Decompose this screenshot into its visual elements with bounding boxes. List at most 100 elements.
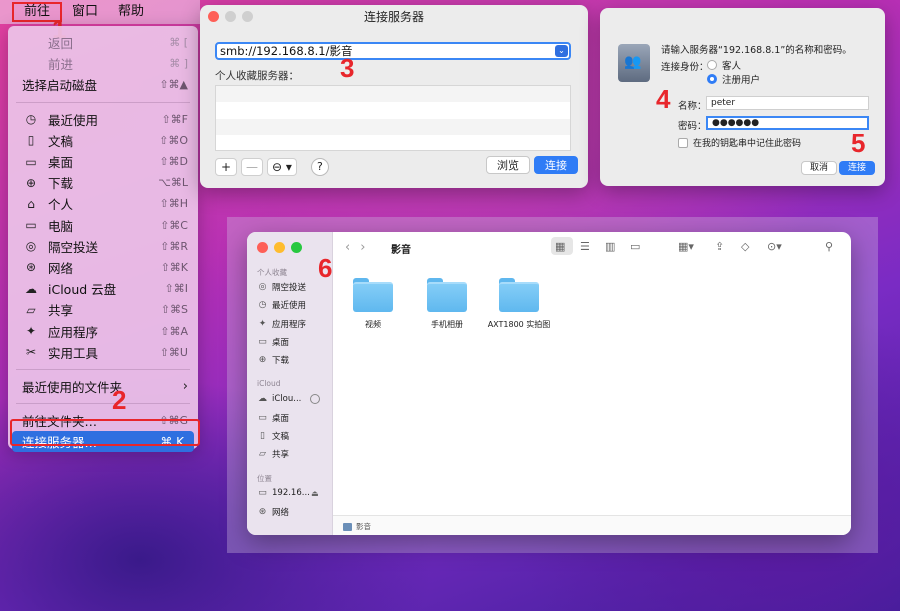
sidebar-item-recents[interactable]: ◷ 最近使用 <box>257 299 306 311</box>
favorites-toolbar: + — ⊖ ▾ ? <box>215 157 329 177</box>
sidebar-item-downloads[interactable]: ⊕ 下载 <box>257 354 289 366</box>
menu-item-shared[interactable]: ▱ 共享 ⇧⌘S <box>8 299 198 320</box>
document-icon: ▯ <box>260 431 265 441</box>
globe-icon: ⊛ <box>25 260 37 275</box>
dialog-title: 连接服务器 <box>363 9 424 24</box>
menu-item-back[interactable]: 返回 ⌘ [ <box>8 32 198 53</box>
step-2-label: 2 <box>112 385 127 415</box>
menu-separator <box>16 403 190 404</box>
cancel-button[interactable]: 取消 <box>801 161 838 175</box>
menu-item-network[interactable]: ⊛ 网络 ⇧⌘K <box>8 257 198 278</box>
menu-item-computer[interactable]: ▭ 电脑 ⇧⌘C <box>8 215 198 236</box>
menu-item-recent-folders[interactable]: 最近使用的文件夹 › <box>8 376 198 397</box>
sidebar-item-icloud-drive[interactable]: ☁ iClou... <box>257 394 301 404</box>
menu-item-recents[interactable]: ◷ 最近使用 ⇧⌘F <box>8 109 198 130</box>
menu-item-forward[interactable]: 前进 ⌘ ] <box>8 53 198 74</box>
close-button[interactable] <box>208 11 219 22</box>
finder-toolbar: ‹› 影音 ▦ ☰ ▥ ▭ ▦▾ ⇪ ◇ ⊙▾ ⚲ <box>333 232 851 264</box>
menu-item-airdrop[interactable]: ◎ 隔空投送 ⇧⌘R <box>8 236 198 257</box>
share-icon[interactable]: ⇪ <box>715 240 724 253</box>
minimize-button[interactable] <box>274 242 285 253</box>
menu-item-downloads[interactable]: ⊕ 下载 ⌥⌘L <box>8 172 198 193</box>
list-view-icon[interactable]: ☰ <box>580 240 590 253</box>
login-connect-button[interactable]: 连接 <box>839 161 876 175</box>
monitor-icon: ▭ <box>258 488 267 498</box>
gallery-view-icon[interactable]: ▭ <box>630 240 640 253</box>
sidebar-item-desktop[interactable]: ▭ 桌面 <box>257 336 289 348</box>
help-button[interactable]: ? <box>310 158 329 176</box>
globe-icon: ⊛ <box>258 507 267 517</box>
name-field[interactable]: peter <box>706 96 869 110</box>
server-address-input[interactable]: smb://192.168.8.1/影音 ⌄ <box>215 42 571 60</box>
sidebar-item-network[interactable]: ⊛ 网络 <box>257 506 289 518</box>
sidebar-item-icloud-desktop[interactable]: ▭ 桌面 <box>257 412 289 424</box>
airdrop-icon: ◎ <box>25 239 37 254</box>
menu-item-utilities[interactable]: ✂ 实用工具 ⇧⌘U <box>8 342 198 363</box>
document-icon: ▯ <box>27 133 35 148</box>
menu-item-documents[interactable]: ▯ 文稿 ⇧⌘O <box>8 130 198 151</box>
connect-button[interactable]: 连接 <box>534 156 578 174</box>
window-title: 影音 <box>391 245 411 256</box>
registered-user-radio[interactable]: 注册用户 <box>707 72 760 86</box>
tag-icon[interactable]: ◇ <box>741 240 749 253</box>
column-view-icon[interactable]: ▥ <box>605 240 615 253</box>
password-field[interactable]: ●●●●●● <box>706 116 869 130</box>
sidebar-item-airdrop[interactable]: ◎ 隔空投送 <box>257 281 306 293</box>
folder-item[interactable]: AXT1800 实拍图 <box>479 278 559 330</box>
folder-item[interactable]: 视频 <box>333 278 413 330</box>
minimize-button[interactable] <box>225 11 236 22</box>
finder-window: 个人收藏 ◎ 隔空投送 ◷ 最近使用 ✦ 应用程序 ▭ 桌面 ⊕ 下载 iCloud ☁ i… <box>247 232 851 535</box>
close-button[interactable] <box>257 242 268 253</box>
remember-keychain-checkbox[interactable]: 在我的钥匙串中记住此密码 <box>678 136 801 149</box>
menu-window[interactable]: 窗口 <box>62 2 108 22</box>
sidebar-item-icloud-documents[interactable]: ▯ 文稿 <box>257 430 289 442</box>
shared-folder-icon: ▱ <box>26 302 36 317</box>
eject-icon[interactable]: ⏏ <box>311 489 319 498</box>
path-item[interactable]: 影音 <box>343 521 371 532</box>
icon-view-icon[interactable]: ▦ <box>555 240 565 253</box>
window-controls <box>208 11 253 22</box>
menu-item-icloud[interactable]: ☁ iCloud 云盘 ⇧⌘I <box>8 278 198 299</box>
more-options-button[interactable]: ⊖ ▾ <box>267 158 297 176</box>
sidebar-section-locations: 位置 <box>257 474 272 483</box>
name-label: 名称： <box>678 101 707 112</box>
more-actions-icon[interactable]: ⊙▾ <box>767 240 782 253</box>
chevron-down-icon[interactable]: ⌄ <box>555 45 568 57</box>
group-icon[interactable]: ▦▾ <box>678 240 694 253</box>
remove-favorite-button[interactable]: — <box>241 158 263 176</box>
login-dialog: 👥 请输入服务器“192.168.8.1”的名称和密码。 连接身份： 客人 注册… <box>600 8 885 186</box>
sidebar-item-applications[interactable]: ✦ 应用程序 <box>257 318 306 330</box>
favorites-label: 个人收藏服务器： <box>215 70 299 82</box>
sync-progress-icon <box>310 394 320 404</box>
browse-button[interactable]: 浏览 <box>486 156 530 174</box>
connect-server-dialog: 连接服务器 smb://192.168.8.1/影音 ⌄ 个人收藏服务器： + … <box>200 5 588 188</box>
sidebar-item-shared[interactable]: ▱ 共享 <box>257 448 289 460</box>
favorite-servers-list[interactable] <box>215 85 571 151</box>
menu-item-applications[interactable]: ✦ 应用程序 ⇧⌘A <box>8 320 198 341</box>
menu-item-home[interactable]: ⌂ 个人 ⇧⌘H <box>8 193 198 214</box>
menu-item-desktop[interactable]: ▭ 桌面 ⇧⌘D <box>8 151 198 172</box>
menu-item-startup-disk[interactable]: 选择启动磁盘 ⇧⌘▲ <box>8 74 198 95</box>
home-icon: ⌂ <box>27 196 35 211</box>
search-icon[interactable]: ⚲ <box>825 240 833 253</box>
guest-radio[interactable]: 客人 <box>707 58 741 72</box>
sidebar-item-server[interactable]: ▭ 192.16... <box>257 488 310 498</box>
sidebar-section-favorites: 个人收藏 <box>257 268 287 277</box>
shared-folder-icon: ▱ <box>259 449 266 459</box>
folder-item[interactable]: 手机相册 <box>407 278 487 330</box>
zoom-button[interactable] <box>242 11 253 22</box>
path-bar: 影音 <box>333 515 851 535</box>
password-label: 密码： <box>678 121 707 132</box>
step-6-label: 6 <box>318 253 333 283</box>
menu-help[interactable]: 帮助 <box>108 2 154 22</box>
zoom-button[interactable] <box>291 242 302 253</box>
airdrop-icon: ◎ <box>258 282 267 292</box>
download-icon: ⊕ <box>258 355 267 365</box>
menu-bar: 前往 窗口 帮助 <box>0 0 200 24</box>
apps-icon: ✦ <box>258 319 267 329</box>
go-menu: 返回 ⌘ [ 前进 ⌘ ] 选择启动磁盘 ⇧⌘▲ ◷ 最近使用 ⇧⌘F ▯ 文稿 ⇧⌘O ▭ 桌… <box>8 26 198 453</box>
back-forward-icon[interactable]: ‹› <box>345 240 375 255</box>
add-favorite-button[interactable]: + <box>215 158 237 176</box>
folder-icon <box>427 278 467 312</box>
list-item <box>216 135 570 151</box>
